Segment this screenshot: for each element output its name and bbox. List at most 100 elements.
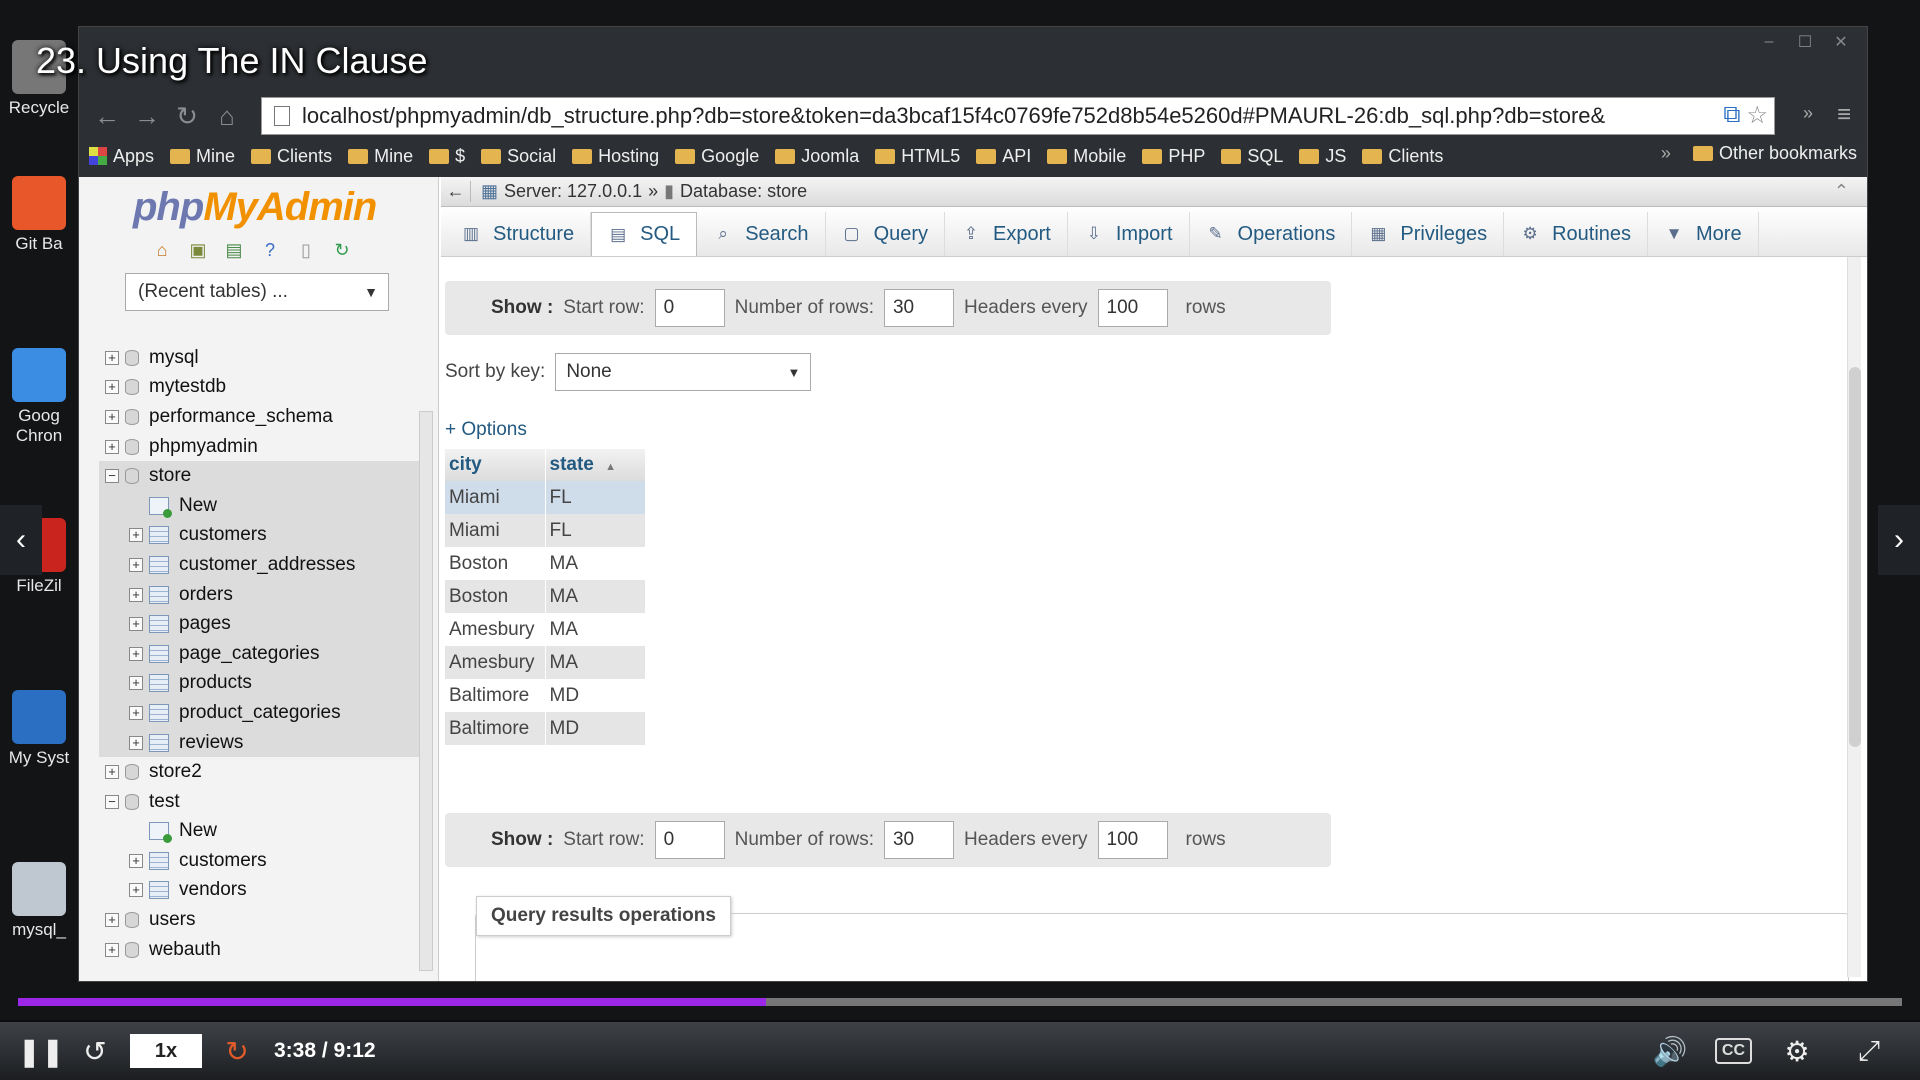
tree-database-item[interactable]: + phpmyadmin — [99, 432, 429, 462]
scrollbar-thumb[interactable] — [1849, 367, 1861, 747]
desktop-icon[interactable]: mysql_ — [0, 862, 78, 940]
cell-state[interactable]: MA — [545, 547, 646, 580]
breadcrumb-database[interactable]: Database: store — [680, 181, 807, 202]
playback-speed-button[interactable]: 1x — [130, 1034, 202, 1068]
tree-new-item[interactable]: New — [99, 817, 429, 847]
cell-city[interactable]: Baltimore — [445, 712, 546, 745]
expand-icon[interactable]: + — [105, 942, 119, 957]
bookmark-item[interactable]: Clients — [251, 146, 332, 167]
collapse-icon[interactable]: − — [105, 794, 119, 809]
bookmark-item[interactable]: JS — [1299, 146, 1346, 167]
cell-state[interactable]: MA — [545, 646, 646, 679]
bookmark-item[interactable]: API — [976, 146, 1031, 167]
bookmarks-overflow[interactable]: » — [1661, 143, 1671, 164]
external-link-icon[interactable]: ⧉ — [1723, 101, 1740, 130]
tree-database-item[interactable]: − test — [99, 787, 429, 817]
column-header-state[interactable]: state ▲ — [545, 449, 646, 481]
tab-more[interactable]: ▼ More — [1648, 212, 1759, 256]
close-icon[interactable]: ✕ — [1825, 31, 1857, 53]
collapse-icon[interactable]: − — [105, 469, 119, 484]
main-scrollbar[interactable] — [1847, 257, 1861, 977]
tree-table-item[interactable]: + pages — [99, 609, 429, 639]
expand-icon[interactable]: + — [129, 646, 143, 661]
desktop-icon[interactable]: My Syst — [0, 690, 78, 768]
next-slide-button[interactable]: › — [1878, 505, 1920, 575]
cell-state[interactable]: MA — [545, 613, 646, 646]
settings-button[interactable]: ⚙ — [1770, 1026, 1824, 1076]
tree-table-item[interactable]: + customer_addresses — [99, 550, 429, 580]
volume-button[interactable]: 🔊 — [1643, 1026, 1697, 1076]
tree-new-item[interactable]: New — [99, 490, 429, 521]
tree-database-item[interactable]: + mytestdb — [99, 373, 429, 403]
tree-database-item[interactable]: − store — [99, 461, 429, 491]
column-header-city[interactable]: city — [445, 449, 546, 481]
sql-query-icon[interactable]: ▤ — [223, 239, 245, 261]
cell-state[interactable]: MD — [545, 679, 646, 712]
desktop-icon[interactable]: Git Ba — [0, 176, 78, 254]
table-row[interactable]: Baltimore MD — [445, 679, 646, 712]
closed-captions-button[interactable]: CC — [1714, 1038, 1752, 1064]
start-row-input[interactable] — [654, 821, 725, 859]
tree-database-item[interactable]: + webauth — [99, 935, 429, 965]
tab-query[interactable]: ▢ Query — [826, 212, 946, 256]
fullscreen-button[interactable]: ⤢ — [1842, 1026, 1896, 1076]
cell-city[interactable]: Miami — [445, 514, 546, 547]
sort-by-key-select[interactable]: None ▼ — [555, 353, 812, 391]
video-progress-bar[interactable] — [18, 998, 1902, 1006]
cell-state[interactable]: MA — [545, 580, 646, 613]
table-row[interactable]: Baltimore MD — [445, 712, 646, 745]
bookmark-item[interactable]: Joomla — [775, 146, 859, 167]
documentation-icon[interactable]: ▯ — [295, 239, 317, 261]
tab-search[interactable]: ⌕ Search — [697, 212, 826, 256]
tab-import[interactable]: ⇩ Import — [1068, 212, 1190, 256]
cell-state[interactable]: FL — [545, 481, 646, 514]
expand-icon[interactable]: + — [129, 735, 143, 750]
refresh-icon[interactable]: ↻ — [331, 239, 353, 261]
help-icon[interactable]: ? — [259, 239, 281, 261]
tab-operations[interactable]: ✎ Operations — [1190, 212, 1353, 256]
bookmark-item[interactable]: Hosting — [572, 146, 659, 167]
cell-city[interactable]: Amesbury — [445, 646, 546, 679]
bookmark-item[interactable]: Mobile — [1047, 146, 1126, 167]
tree-database-item[interactable]: + store2 — [99, 757, 429, 787]
recent-tables-select[interactable]: (Recent tables) ... ▼ — [125, 273, 389, 311]
bookmark-item[interactable]: HTML5 — [875, 146, 960, 167]
headers-every-input[interactable] — [1097, 821, 1168, 859]
tree-table-item[interactable]: + customers — [99, 846, 429, 876]
chevron-up-icon[interactable]: ⌃ — [1834, 181, 1849, 202]
logout-icon[interactable]: ▣ — [187, 239, 209, 261]
num-rows-input[interactable] — [883, 289, 954, 327]
bookmark-item[interactable]: Mine — [348, 146, 413, 167]
desktop-icon[interactable]: Goog Chron — [0, 348, 78, 446]
expand-icon[interactable]: + — [129, 557, 143, 572]
expand-icon[interactable]: + — [129, 676, 143, 691]
cell-city[interactable]: Miami — [445, 481, 546, 514]
tab-privileges[interactable]: ▦ Privileges — [1352, 212, 1505, 256]
collapse-navigation-button[interactable]: ← — [441, 181, 471, 202]
cell-state[interactable]: FL — [545, 514, 646, 547]
expand-icon[interactable]: + — [105, 380, 119, 395]
expand-icon[interactable]: + — [105, 765, 119, 780]
tree-table-item[interactable]: + orders — [99, 579, 429, 610]
tab-routines[interactable]: ⚙ Routines — [1504, 212, 1649, 256]
tab-export[interactable]: ⇪ Export — [945, 212, 1068, 256]
forward-button[interactable]: → — [127, 96, 167, 136]
star-icon[interactable]: ☆ — [1746, 101, 1768, 130]
home-button[interactable]: ⌂ — [207, 96, 247, 136]
tree-table-item[interactable]: + customers — [99, 520, 429, 551]
other-bookmarks[interactable]: Other bookmarks — [1692, 143, 1857, 164]
cell-state[interactable]: MD — [545, 712, 646, 745]
maximize-icon[interactable]: ☐ — [1789, 31, 1821, 53]
table-row[interactable]: Miami FL — [445, 481, 646, 514]
extensions-overflow-icon[interactable]: » — [1803, 103, 1813, 124]
rewind-button[interactable]: ↺ — [68, 1026, 122, 1076]
table-row[interactable]: Amesbury MA — [445, 613, 646, 646]
bookmark-item[interactable]: PHP — [1142, 146, 1205, 167]
bookmark-item[interactable]: Clients — [1362, 146, 1443, 167]
bookmark-item[interactable]: Social — [481, 146, 556, 167]
table-row[interactable]: Amesbury MA — [445, 646, 646, 679]
expand-icon[interactable]: + — [129, 853, 143, 868]
expand-icon[interactable]: + — [129, 528, 143, 543]
cell-city[interactable]: Amesbury — [445, 613, 546, 646]
minimize-icon[interactable]: – — [1753, 31, 1785, 53]
